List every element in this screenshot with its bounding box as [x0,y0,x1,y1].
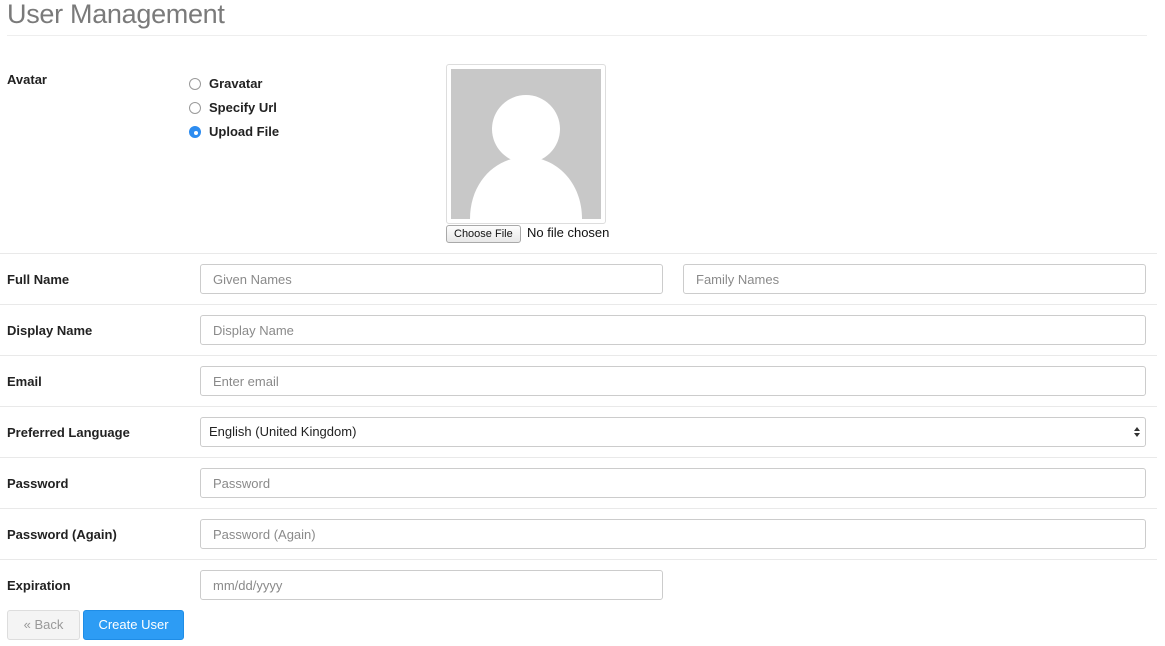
expiration-date-input[interactable] [200,570,663,600]
password-label: Password [7,476,69,491]
avatar-label: Avatar [7,72,47,87]
radio-upload-file-label: Upload File [209,123,280,139]
language-select-value: English (United Kingdom) [209,424,357,439]
page-title: User Management [7,0,225,29]
radio-specify-url-label: Specify Url [209,99,277,115]
radio-gravatar[interactable]: Gravatar [189,71,279,95]
select-arrows-icon [1134,427,1140,437]
avatar-preview [446,64,606,224]
file-status-text: No file chosen [527,225,610,240]
avatar-source-radio-group: Gravatar Specify Url Upload File [189,71,279,143]
row-divider [0,406,1157,407]
preferred-language-label: Preferred Language [7,425,130,440]
display-name-label: Display Name [7,323,93,338]
family-names-input[interactable] [683,264,1146,294]
avatar-placeholder-icon [451,69,601,219]
language-select[interactable]: English (United Kingdom) [200,417,1146,447]
radio-upload-file-circle[interactable] [189,126,201,138]
row-divider [0,457,1157,458]
row-divider [0,355,1157,356]
row-divider [0,253,1157,254]
back-button[interactable]: « Back [7,610,80,640]
email-input[interactable] [200,366,1146,396]
expiration-label: Expiration [7,578,71,593]
radio-specify-url[interactable]: Specify Url [189,95,279,119]
radio-gravatar-circle[interactable] [189,78,201,90]
given-names-input[interactable] [200,264,663,294]
display-name-input[interactable] [200,315,1146,345]
password-input[interactable] [200,468,1146,498]
title-divider [7,35,1147,36]
row-divider [0,559,1157,560]
choose-file-button[interactable]: Choose File [446,225,521,243]
create-user-button[interactable]: Create User [83,610,184,640]
row-divider [0,508,1157,509]
radio-upload-file[interactable]: Upload File [189,119,279,143]
radio-specify-url-circle[interactable] [189,102,201,114]
radio-gravatar-label: Gravatar [209,75,263,91]
password-again-input[interactable] [200,519,1146,549]
full-name-label: Full Name [7,272,70,287]
password-again-label: Password (Again) [7,527,117,542]
row-divider [0,304,1157,305]
email-label: Email [7,374,42,389]
